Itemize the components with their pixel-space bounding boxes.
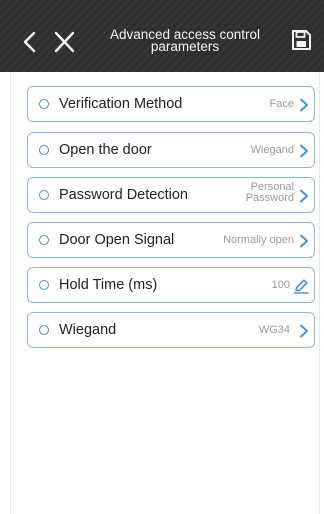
row-open-the-door[interactable]: Open the door Wiegand: [27, 132, 315, 168]
row-value: 100: [271, 279, 290, 291]
row-verification-method[interactable]: Verification Method Face: [27, 86, 315, 122]
bullet-icon: [39, 325, 49, 335]
bullet-icon: [39, 235, 49, 245]
close-icon: [54, 31, 75, 53]
row-value: WG34: [258, 324, 290, 336]
row-label: Password Detection: [59, 187, 188, 203]
row-wiegand[interactable]: Wiegand WG34: [27, 312, 315, 348]
row-value: Face: [269, 98, 294, 110]
chevron-right-icon: [300, 98, 308, 112]
app-screen: Advanced access control parameters Verif…: [0, 0, 324, 514]
save-icon: [292, 30, 311, 50]
row-label: Door Open Signal: [59, 232, 175, 248]
settings-list: Verification Method Face Open the door W…: [10, 72, 320, 514]
bullet-icon: [39, 99, 49, 109]
close-button[interactable]: [52, 30, 76, 54]
row-hold-time[interactable]: Hold Time (ms) 100: [27, 267, 315, 303]
row-door-open-signal[interactable]: Door Open Signal Normally open: [27, 222, 315, 258]
back-button[interactable]: [20, 30, 40, 54]
row-value-line2: Password: [245, 192, 294, 204]
chevron-left-icon: [23, 31, 36, 53]
row-label: Verification Method: [59, 96, 183, 112]
row-value: Normally open: [223, 234, 294, 246]
bullet-icon: [39, 145, 49, 155]
chevron-right-icon: [300, 324, 308, 338]
header-bar: Advanced access control parameters: [0, 0, 324, 72]
row-label: Hold Time (ms): [59, 277, 158, 293]
row-password-detection[interactable]: Password Detection Personal Password: [27, 177, 315, 213]
edit-pencil-icon[interactable]: [293, 278, 309, 294]
chevron-right-icon: [300, 234, 308, 248]
row-label: Open the door: [59, 142, 152, 158]
chevron-right-icon: [300, 189, 308, 203]
row-value: Wiegand: [250, 144, 294, 156]
save-button[interactable]: [290, 28, 312, 52]
row-value: Personal Password: [246, 182, 294, 204]
row-label: Wiegand: [59, 322, 117, 338]
page-title: Advanced access control parameters: [86, 28, 284, 54]
bullet-icon: [39, 190, 49, 200]
page-title-line2: parameters: [150, 39, 220, 54]
bullet-icon: [39, 280, 49, 290]
chevron-right-icon: [300, 144, 308, 158]
